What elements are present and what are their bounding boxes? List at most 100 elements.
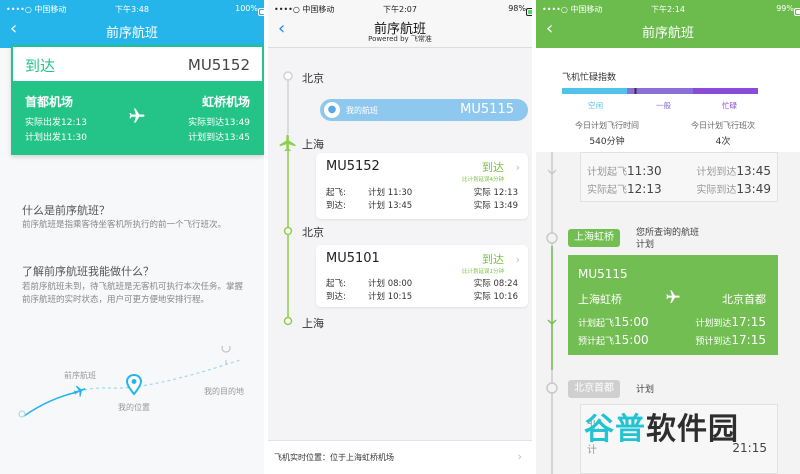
status-bar: ••••○ 中国移动 下午2:07 98% (268, 0, 532, 18)
busy-segment (562, 88, 627, 94)
dep-label: 起飞: (326, 279, 346, 289)
destination-airport: 虹桥机场 (201, 95, 250, 109)
timeline-city: 北京 (302, 226, 324, 239)
battery-text: 100% (235, 4, 258, 13)
label-destination: 我的目的地 (204, 387, 244, 396)
realtime-location-bar[interactable]: 飞机实时位置：位于上海虹桥机场 › (268, 440, 532, 474)
status-time: 下午3:48 (115, 5, 149, 14)
nav-bar: ‹ 前序航班 Powered by 飞常准 (268, 18, 532, 44)
city-tag-hongqiao: 上海虹桥 (568, 229, 620, 247)
timeline-city: 上海 (302, 138, 324, 151)
timeline-city: 上海 (302, 317, 324, 330)
planned-departure: 计划 11:30 (368, 188, 413, 198)
page-title: 前序航班 (641, 26, 694, 41)
status-bar: ••••○ 中国移动 下午3:48 100% (0, 0, 264, 18)
chevron-right-icon: › (515, 253, 520, 266)
label-my-location: 我的位置 (118, 403, 150, 412)
flight-number: MU5101 (326, 251, 380, 266)
flight-time-value: 540分钟 (589, 137, 625, 147)
delay-note: 比计划延误1分钟 (462, 269, 504, 275)
battery-icon (258, 8, 264, 16)
my-flight-number: MU5115 (460, 102, 514, 117)
busy-level-normal: 一般 (656, 101, 671, 110)
flight-card[interactable]: MU5101 到达 比计划延误1分钟 › 起飞: 到达: 计划 08:00 计划… (316, 245, 528, 307)
actual-departure: 实际起飞12:13 (587, 182, 662, 196)
flight-time-label: 今日计划飞行时间 (575, 121, 639, 130)
prev-flight-card[interactable]: 计划起飞11:30 实际起飞12:13 计划到达13:45 实际到达13:49 (580, 152, 778, 202)
planned-arrival: 计划到达13:45 (696, 164, 771, 178)
flight-count-value: 4次 (715, 137, 731, 147)
actual-departure: 实际 12:13 (473, 188, 518, 198)
flight-number: MU5152 (326, 159, 380, 174)
actual-departure: 实际 08:24 (473, 279, 518, 289)
my-flight-card[interactable]: MU5115 上海虹桥 北京首都 计划起飞15:00 预计起飞15:00 计划到… (568, 255, 778, 355)
plane-icon (666, 290, 680, 303)
origin-airport: 上海虹桥 (578, 293, 622, 306)
delay-note: 比计划延误4分钟 (462, 177, 504, 183)
timeline-line (283, 71, 293, 326)
flight-number: MU5115 (578, 267, 628, 281)
planned-departure: 计划 08:00 (368, 279, 413, 289)
planned-arrival: 计划 13:45 (368, 201, 413, 211)
my-flight-label: 我的航班 (346, 106, 378, 115)
busy-index-scale (562, 88, 758, 94)
screen-middle: ••••○ 中国移动 下午2:07 98% ‹ 前序航班 Powered by … (268, 0, 532, 474)
queried-flight-note: 您所查询的航班 计划 (636, 228, 700, 250)
busy-segment (693, 88, 758, 94)
battery-text: 99% (776, 4, 794, 13)
planned-departure: 计划起飞11:30 (587, 164, 662, 178)
actual-arrival: 实际到达13:49 (696, 182, 771, 196)
status-right: 99% (776, 4, 800, 16)
chevron-right-icon: › (517, 450, 522, 463)
page-title: 前序航班 (105, 26, 158, 41)
my-flight-pill[interactable]: ● 我的航班 MU5115 (320, 99, 528, 121)
status-right: 98% (508, 4, 532, 16)
flight-number: MU5152 (187, 56, 250, 74)
plan-note: 计划 (636, 385, 655, 395)
busy-level-idle: 空闲 (588, 101, 603, 110)
actual-departure: 实际出发12:13 (25, 118, 87, 128)
battery-icon (794, 8, 800, 16)
planned-arrival: 计划 10:15 (368, 292, 413, 302)
person-icon: ● (324, 102, 340, 118)
flight-status: 到达 (25, 57, 56, 75)
battery-text: 98% (508, 4, 526, 13)
flight-status: 到达 (482, 161, 504, 174)
screen-left: ••••○ 中国移动 下午3:48 100% ‹ 前序航班 到达 MU5152 … (0, 0, 264, 474)
nav-bar: ‹ 前序航班 (0, 18, 264, 44)
faq-answer-2: 若前序航班未到，待飞航班是无客机可执行本次任务。掌握前序航班的实时状态，用户可更… (22, 282, 244, 305)
flight-card[interactable]: MU5152 到达 比计划延误4分钟 › 起飞: 到达: 计划 11:30 计划… (316, 153, 528, 219)
status-bar: ••••○ 中国移动 下午2:14 99% (536, 0, 800, 18)
plane-icon (129, 108, 145, 123)
dep-label: 起飞: (326, 188, 346, 198)
flight-count-label: 今日计划飞行班次 (691, 121, 755, 130)
city-tag-capital: 北京首都 (568, 380, 620, 398)
plane-timeline-icon (279, 134, 296, 152)
actual-arrival: 实际 10:16 (473, 292, 518, 302)
busy-marker (634, 88, 637, 94)
location-pin-icon (126, 374, 142, 396)
timeline-city: 北京 (302, 72, 324, 85)
arr-label: 到达: (326, 292, 346, 302)
actual-arrival: 实际 13:49 (473, 201, 518, 211)
faq-question-1: 什么是前序航班？ (22, 204, 110, 217)
busy-level-busy: 忙碌 (722, 101, 737, 110)
status-time: 下午2:07 (383, 5, 417, 14)
estimated-arrival: 预计到达17:15 (695, 333, 766, 347)
busy-index-panel: 飞机忙碌指数 空闲 一般 忙碌 今日计划飞行时间 540分钟 今日计划飞行班次 … (536, 48, 800, 152)
planned-departure: 计划起飞15:00 (578, 315, 649, 329)
chevron-right-icon: › (515, 161, 520, 174)
planned-departure: 计划出发11:30 (25, 133, 87, 143)
actual-arrival: 实际到达13:49 (188, 118, 250, 128)
busy-index-title: 飞机忙碌指数 (562, 73, 617, 83)
flight-card[interactable]: 到达 MU5152 首都机场 虹桥机场 实际出发12:13 计划出发11:30 … (11, 45, 264, 155)
nav-bar: ‹ 前序航班 (536, 18, 800, 44)
screen-right: ••••○ 中国移动 下午2:14 99% ‹ 前序航班 飞机忙碌指数 空闲 一… (536, 0, 800, 474)
arr-label: 到达: (326, 201, 346, 211)
timeline-line (546, 152, 558, 474)
flight-status: 到达 (482, 253, 504, 266)
watermark-logo: 谷普软件园 (584, 412, 739, 447)
status-right: 100% (235, 4, 264, 16)
estimated-departure: 预计起飞15:00 (578, 333, 649, 347)
realtime-location-text: 飞机实时位置：位于上海虹桥机场 (274, 453, 394, 462)
